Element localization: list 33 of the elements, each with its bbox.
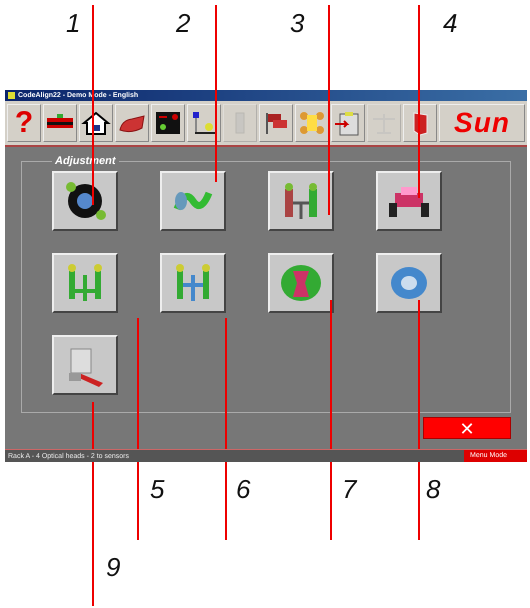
callout-number: 6 — [236, 474, 250, 504]
home-tool-button[interactable] — [79, 104, 113, 142]
wheels-icon — [297, 110, 327, 136]
callout-number: 7 — [342, 474, 356, 504]
sensor-tool-button[interactable] — [187, 104, 221, 142]
spring-adjust-button[interactable] — [160, 171, 226, 231]
help-button[interactable]: ? — [7, 104, 41, 142]
wheels-tool-button[interactable] — [295, 104, 329, 142]
callout-number: 9 — [106, 552, 120, 582]
tool-adjust-button[interactable] — [52, 335, 118, 395]
strut-adjust-button[interactable] — [268, 171, 334, 231]
car-tool-button[interactable] — [115, 104, 149, 142]
door-tool-button[interactable] — [403, 104, 437, 142]
app-icon — [8, 92, 15, 99]
callout-number: 4 — [443, 8, 458, 38]
frame-adjust-button[interactable] — [268, 253, 334, 313]
bushing-adjust-button[interactable] — [376, 253, 442, 313]
callout-number: 1 — [66, 8, 80, 38]
callout-number: 3 — [290, 8, 304, 38]
clipboard-tool-button[interactable] — [331, 104, 365, 142]
callout-number: 8 — [426, 474, 440, 504]
logo-button[interactable]: Sun — [439, 104, 525, 142]
axle-adjust-button[interactable] — [52, 253, 118, 313]
callout-number: 2 — [176, 8, 190, 38]
close-button[interactable]: ✕ — [423, 417, 511, 439]
tie-rod-adjust-button[interactable] — [160, 253, 226, 313]
flags-tool-button[interactable] — [259, 104, 293, 142]
car-front-adjust-button[interactable] — [376, 171, 442, 231]
wheel-adjust-button[interactable] — [52, 171, 118, 231]
screen-tool-button[interactable] — [151, 104, 185, 142]
callout-number: 5 — [150, 474, 164, 504]
monitor-icon — [153, 110, 183, 136]
lift-tool-button[interactable] — [43, 104, 77, 142]
